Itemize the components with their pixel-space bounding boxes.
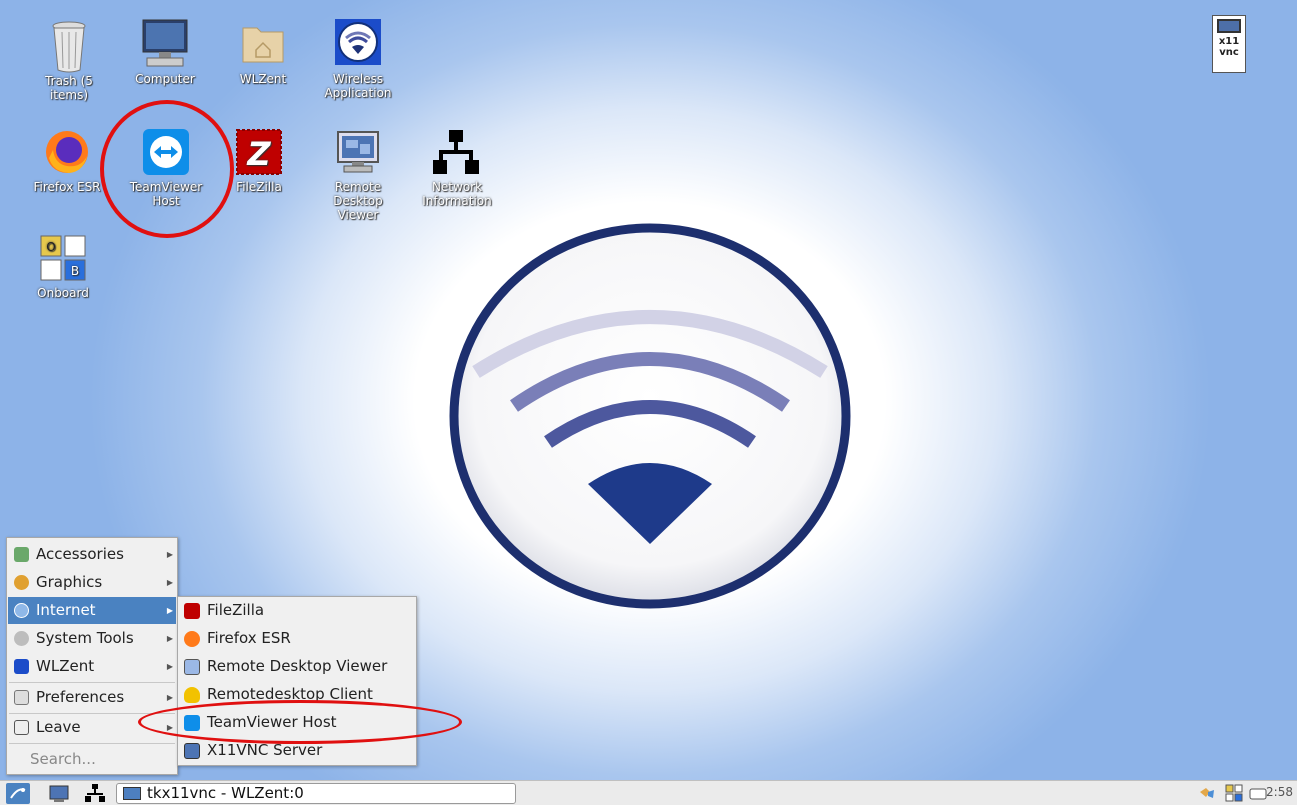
tray-drive[interactable] (1249, 783, 1267, 804)
monitor-icon (1217, 19, 1241, 33)
chevron-right-icon: ▶ (166, 606, 173, 615)
computer-icon (141, 18, 189, 67)
taskbar: tkx11vnc - WLZent:0 2:58 (0, 780, 1297, 805)
start-menu-button[interactable] (6, 783, 30, 804)
menu-item-preferences[interactable]: Preferences ▶ (8, 684, 176, 711)
chevron-right-icon: ▶ (166, 578, 173, 587)
icon-label: Network Information (422, 180, 492, 208)
internet-icon (14, 603, 29, 618)
tux-icon (184, 687, 200, 703)
annotation-circle-menu (138, 700, 462, 744)
submenu-item-firefox[interactable]: Firefox ESR (179, 625, 415, 652)
submenu-item-remote-desktop-viewer[interactable]: Remote Desktop Viewer (179, 653, 415, 680)
monitor-icon (184, 743, 200, 759)
network-launcher[interactable] (84, 783, 106, 804)
chevron-right-icon: ▶ (166, 634, 173, 643)
firefox-icon (43, 128, 91, 176)
wireless-icon (334, 18, 382, 66)
chevron-right-icon: ▶ (166, 693, 173, 702)
submenu-item-label: FileZilla (207, 601, 265, 619)
menu-item-label: WLZent (36, 657, 95, 675)
clock[interactable]: 2:58 (1266, 785, 1293, 799)
drive-icon (1249, 788, 1267, 800)
icon-label: Trash (5 items) (45, 74, 93, 102)
submenu-item-label: Remote Desktop Viewer (207, 657, 388, 675)
desktop-icon-trash[interactable]: Trash (5 items) (24, 18, 114, 102)
taskbar-window-title: tkx11vnc - WLZent:0 (147, 784, 304, 802)
gear-icon (14, 631, 29, 646)
menu-item-label: System Tools (36, 629, 134, 647)
icon-label: WLZent (239, 72, 287, 86)
firefox-icon (184, 631, 200, 647)
x11vnc-label: x11 vnc (1218, 36, 1240, 58)
trash-icon (45, 18, 93, 73)
wlzent-icon (14, 659, 29, 674)
whisker-icon (10, 788, 26, 799)
menu-separator (9, 743, 175, 744)
network-icon (85, 784, 105, 802)
chevron-right-icon: ▶ (166, 550, 173, 559)
filezilla-icon (184, 603, 200, 619)
desktop-icon-remote-desktop[interactable]: Remote Desktop Viewer (313, 128, 403, 222)
submenu-item-filezilla[interactable]: FileZilla (179, 597, 415, 624)
start-menu: Accessories ▶ Graphics ▶ Internet ▶ Syst… (6, 537, 178, 775)
graphics-icon (14, 575, 29, 590)
tray-puzzle[interactable] (1197, 783, 1217, 804)
desktop-icon-computer[interactable]: Computer (120, 18, 210, 86)
menu-item-label: Internet (36, 601, 96, 619)
icon-label: Onboard (37, 286, 89, 300)
svg-text:Z: Z (246, 135, 271, 173)
menu-item-label: Preferences (36, 688, 125, 706)
icon-label: Remote Desktop Viewer (333, 180, 383, 222)
icon-label: Wireless Application (324, 72, 392, 100)
menu-item-accessories[interactable]: Accessories ▶ (8, 541, 176, 568)
desktop-icon-network[interactable]: Network Information (412, 128, 502, 208)
x11vnc-widget[interactable]: x11 vnc (1212, 15, 1246, 73)
menu-item-system-tools[interactable]: System Tools ▶ (8, 625, 176, 652)
svg-text:O: O (46, 240, 55, 254)
accessories-icon (14, 547, 29, 562)
annotation-circle-desktop (100, 100, 234, 238)
submenu-item-label: Firefox ESR (207, 629, 291, 647)
onboard-tray-icon (1225, 784, 1243, 802)
chevron-right-icon: ▶ (166, 662, 173, 671)
network-icon (433, 128, 481, 176)
tray-keyboard[interactable] (1224, 783, 1244, 804)
menu-search-input[interactable]: Search... (8, 745, 176, 773)
svg-text:B: B (71, 264, 79, 278)
menu-item-label: Accessories (36, 545, 124, 563)
menu-item-label: Leave (36, 718, 81, 736)
icon-label: Firefox ESR (33, 180, 101, 194)
icon-label: Computer (135, 72, 195, 86)
remote-desktop-icon (184, 659, 200, 675)
home-folder-icon (239, 18, 287, 66)
wifi-logo (448, 222, 852, 610)
remote-desktop-icon (334, 128, 382, 176)
desktop-icon-wireless[interactable]: Wireless Application (313, 18, 403, 100)
menu-item-graphics[interactable]: Graphics ▶ (8, 569, 176, 596)
menu-item-wlzent[interactable]: WLZent ▶ (8, 653, 176, 680)
puzzle-icon (1200, 788, 1214, 798)
menu-item-internet[interactable]: Internet ▶ (8, 597, 176, 624)
show-desktop-button[interactable] (48, 783, 70, 804)
window-icon (123, 787, 141, 800)
menu-item-label: Graphics (36, 573, 103, 591)
taskbar-window-button[interactable]: tkx11vnc - WLZent:0 (116, 783, 516, 804)
desktop-icon-firefox[interactable]: Firefox ESR (22, 128, 112, 194)
preferences-icon (14, 690, 29, 705)
menu-separator (9, 682, 175, 683)
filezilla-icon: Z (235, 128, 283, 176)
keyboard-icon: O B (39, 234, 87, 282)
desktop-icon-onboard[interactable]: O B Onboard (18, 234, 108, 300)
desktop-icon (49, 785, 69, 802)
leave-icon (14, 720, 29, 735)
desktop-icon-wlzent[interactable]: WLZent (218, 18, 308, 86)
